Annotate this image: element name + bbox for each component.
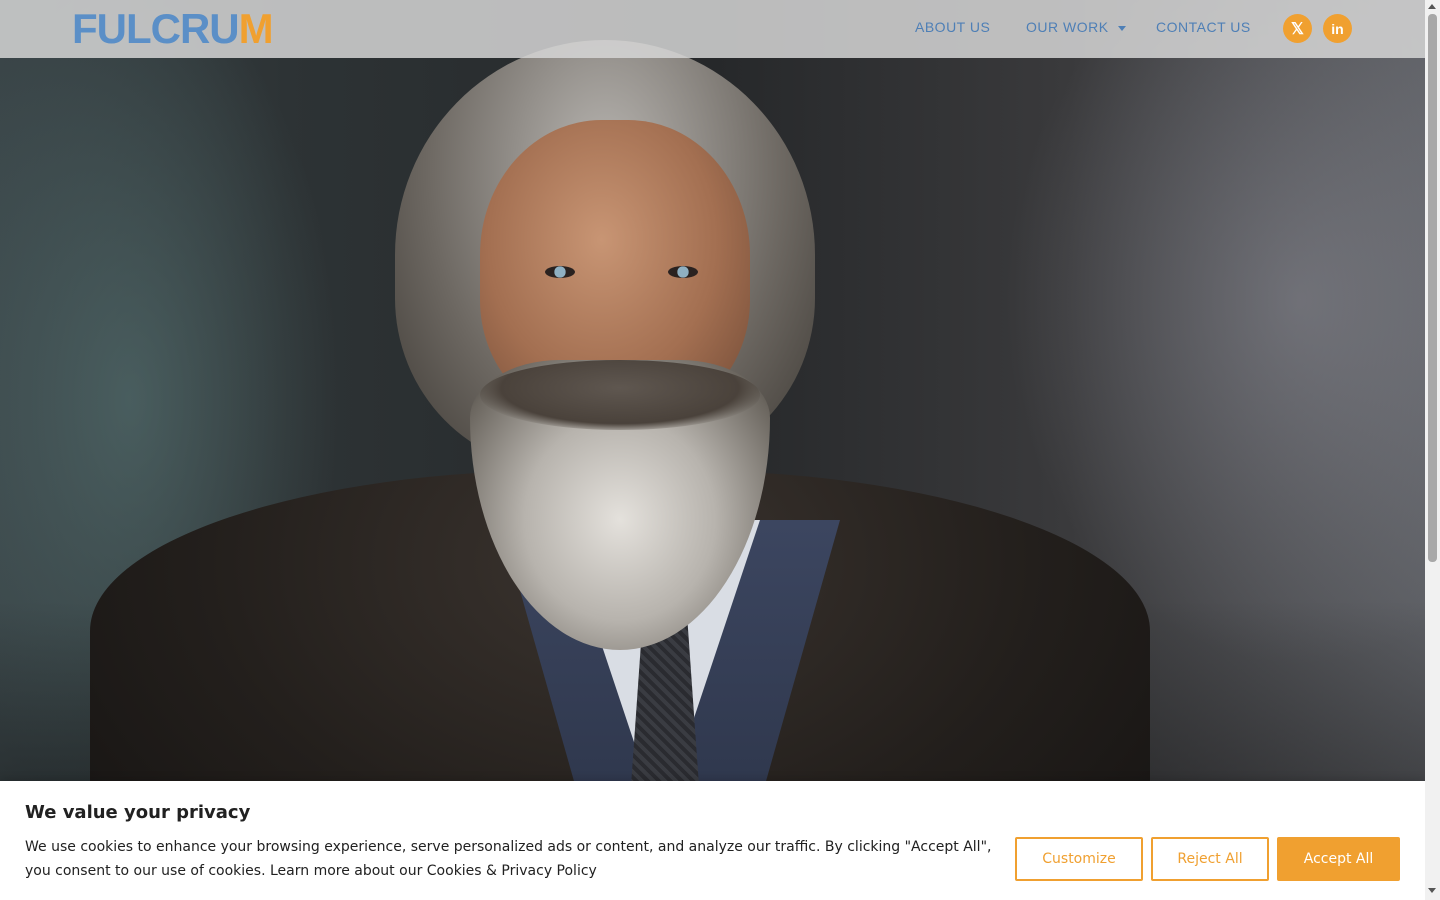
nav-our-work[interactable]: OUR WORK xyxy=(1026,19,1126,35)
page: FULCRUM ABOUT US OUR WORK CONTACT US 𝕏 i… xyxy=(0,0,1425,900)
cookie-title: We value your privacy xyxy=(25,802,251,823)
nav-our-work-label: OUR WORK xyxy=(1026,19,1109,35)
hero-mustache xyxy=(480,360,760,430)
nav-contact-us[interactable]: CONTACT US xyxy=(1156,19,1251,35)
accept-all-button[interactable]: Accept All xyxy=(1277,837,1400,881)
nav-about-us[interactable]: ABOUT US xyxy=(915,19,990,35)
customize-button[interactable]: Customize xyxy=(1015,837,1143,881)
chevron-down-icon xyxy=(1117,25,1126,31)
cookie-text: We use cookies to enhance your browsing … xyxy=(25,835,1005,883)
hero-eye-right xyxy=(668,266,698,278)
scroll-down-arrow-icon[interactable] xyxy=(1428,888,1436,893)
site-header: FULCRUM ABOUT US OUR WORK CONTACT US 𝕏 i… xyxy=(0,0,1425,58)
scroll-up-arrow-icon[interactable] xyxy=(1428,4,1436,9)
hero-image xyxy=(0,0,1425,900)
cookie-policy-link[interactable]: Cookies & Privacy Policy xyxy=(427,863,597,879)
hero-eye-left xyxy=(545,266,575,278)
x-twitter-icon[interactable]: 𝕏 xyxy=(1283,14,1312,43)
reject-all-button[interactable]: Reject All xyxy=(1151,837,1269,881)
scroll-thumb[interactable] xyxy=(1428,14,1437,562)
main-nav: ABOUT US OUR WORK CONTACT US 𝕏 in xyxy=(0,0,1425,58)
linkedin-icon[interactable]: in xyxy=(1323,14,1352,43)
page-scrollbar[interactable] xyxy=(1425,0,1440,900)
cookie-banner: We value your privacy We use cookies to … xyxy=(0,781,1425,900)
